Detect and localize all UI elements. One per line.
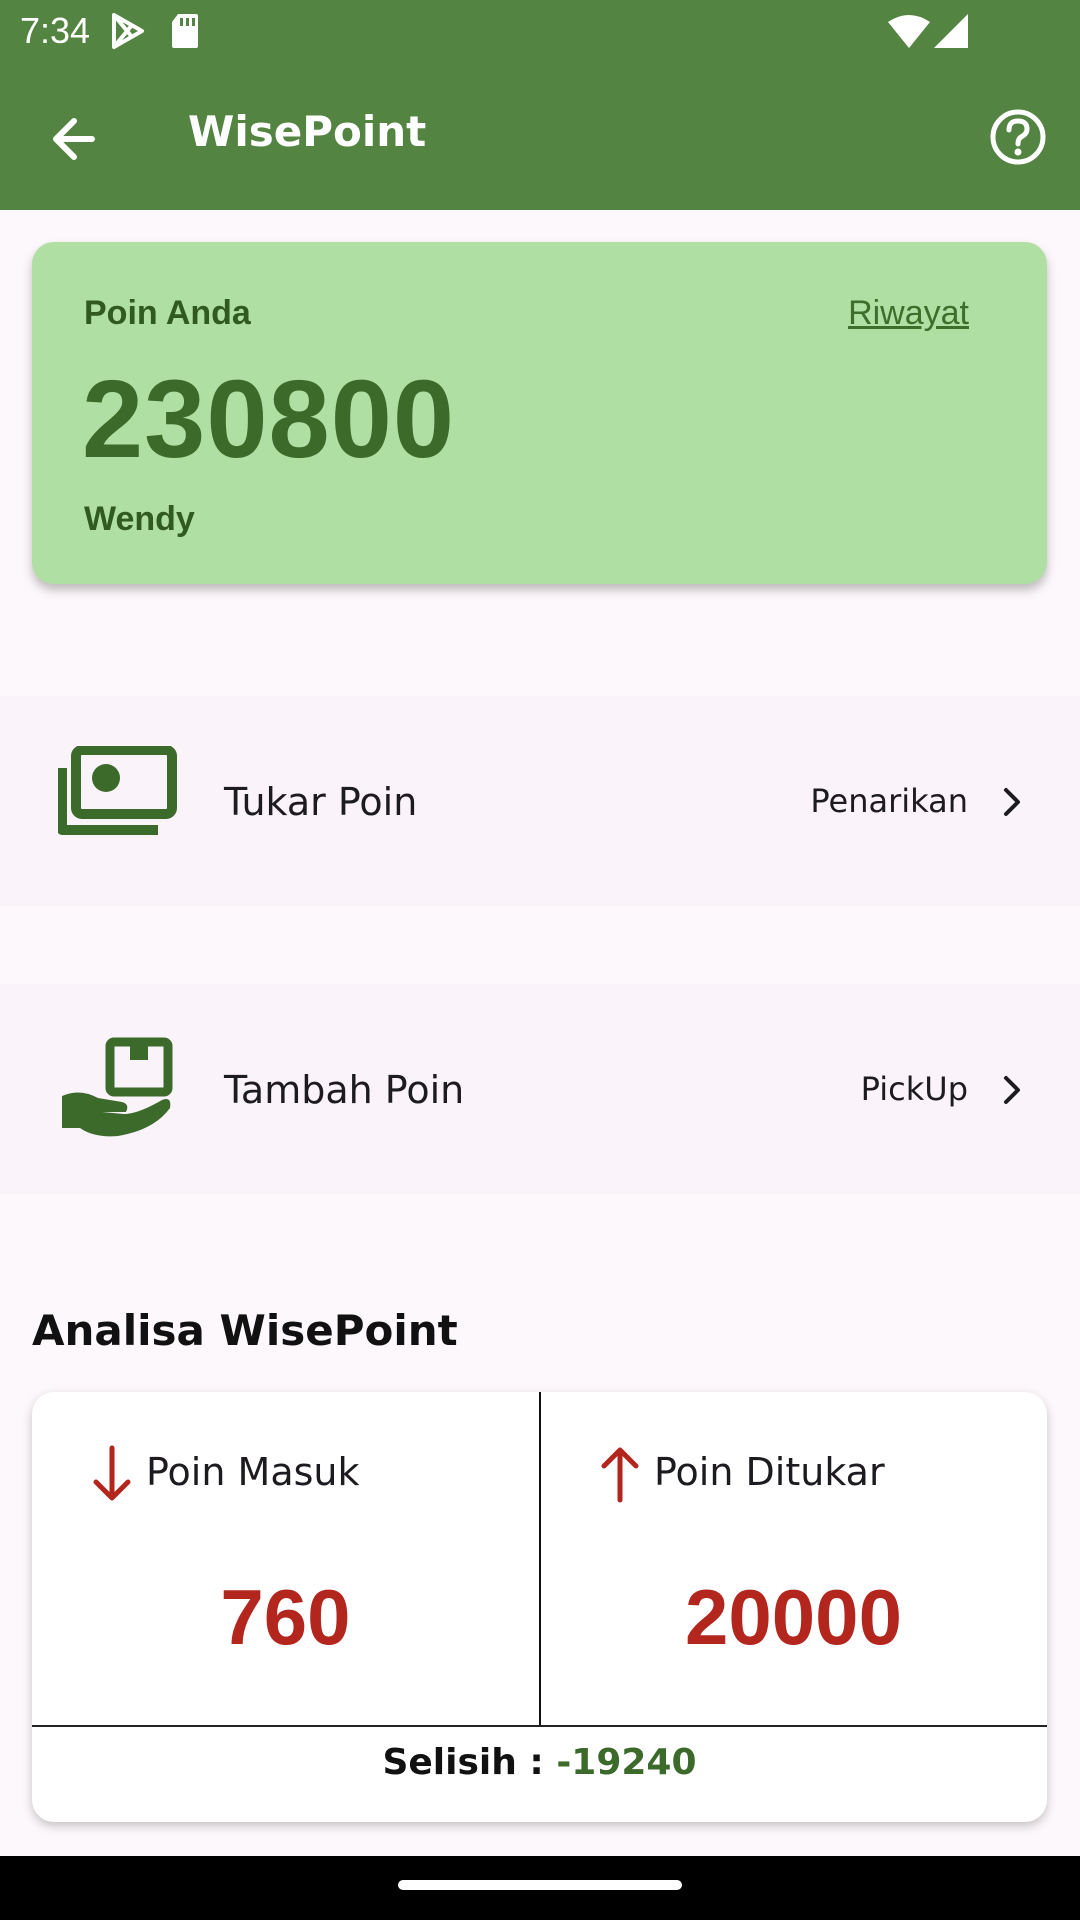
history-link[interactable]: Riwayat	[848, 294, 969, 333]
arrow-up-icon	[598, 1444, 642, 1504]
incoming-points-value: 760	[220, 1573, 351, 1661]
menu-item-tukar-poin[interactable]: Tukar Poin Penarikan	[0, 696, 1080, 906]
user-name: Wendy	[84, 500, 195, 538]
status-bar: 7:34	[0, 0, 1080, 63]
analysis-card: Poin Masuk 760 Poin Ditukar 20000 Selisi…	[32, 1392, 1047, 1822]
back-arrow-icon[interactable]	[46, 111, 102, 167]
analysis-title: Analisa WisePoint	[32, 1306, 458, 1355]
redeemed-points-value: 20000	[685, 1573, 902, 1661]
arrow-down-icon	[90, 1444, 134, 1504]
horizontal-divider	[32, 1725, 1047, 1727]
difference-label: Selisih :	[382, 1742, 557, 1783]
difference-value: -19240	[556, 1742, 697, 1783]
points-value: 230800	[82, 358, 456, 481]
sd-card-icon	[170, 12, 200, 54]
difference-row: Selisih : -19240	[32, 1742, 1047, 1783]
status-time: 7:34	[20, 10, 91, 51]
chevron-right-icon	[994, 1070, 1030, 1110]
help-icon[interactable]	[988, 107, 1048, 167]
menu-action-penarikan: Penarikan	[810, 782, 968, 820]
page-title: WisePoint	[188, 107, 427, 156]
incoming-points-panel: Poin Masuk 760	[32, 1392, 539, 1725]
incoming-points-label: Poin Masuk	[146, 1450, 360, 1494]
menu-action-pickup: PickUp	[860, 1070, 968, 1108]
signal-icon	[934, 14, 968, 52]
hand-box-icon	[58, 1034, 178, 1144]
points-label: Poin Anda	[84, 294, 251, 332]
app-bar: WisePoint	[0, 63, 1080, 210]
menu-label-tambah-poin: Tambah Poin	[224, 1068, 465, 1112]
redeemed-points-panel: Poin Ditukar 20000	[540, 1392, 1047, 1725]
wifi-icon	[888, 14, 930, 52]
menu-label-tukar-poin: Tukar Poin	[224, 780, 418, 824]
chevron-right-icon	[994, 782, 1030, 822]
redeemed-points-label: Poin Ditukar	[654, 1450, 885, 1494]
play-store-icon	[110, 12, 146, 54]
navigation-bar	[0, 1856, 1080, 1920]
home-gesture-handle[interactable]	[398, 1880, 682, 1890]
menu-item-tambah-poin[interactable]: Tambah Poin PickUp	[0, 984, 1080, 1194]
money-icon	[57, 745, 178, 856]
points-card: Poin Anda Riwayat 230800 Wendy	[32, 242, 1047, 584]
